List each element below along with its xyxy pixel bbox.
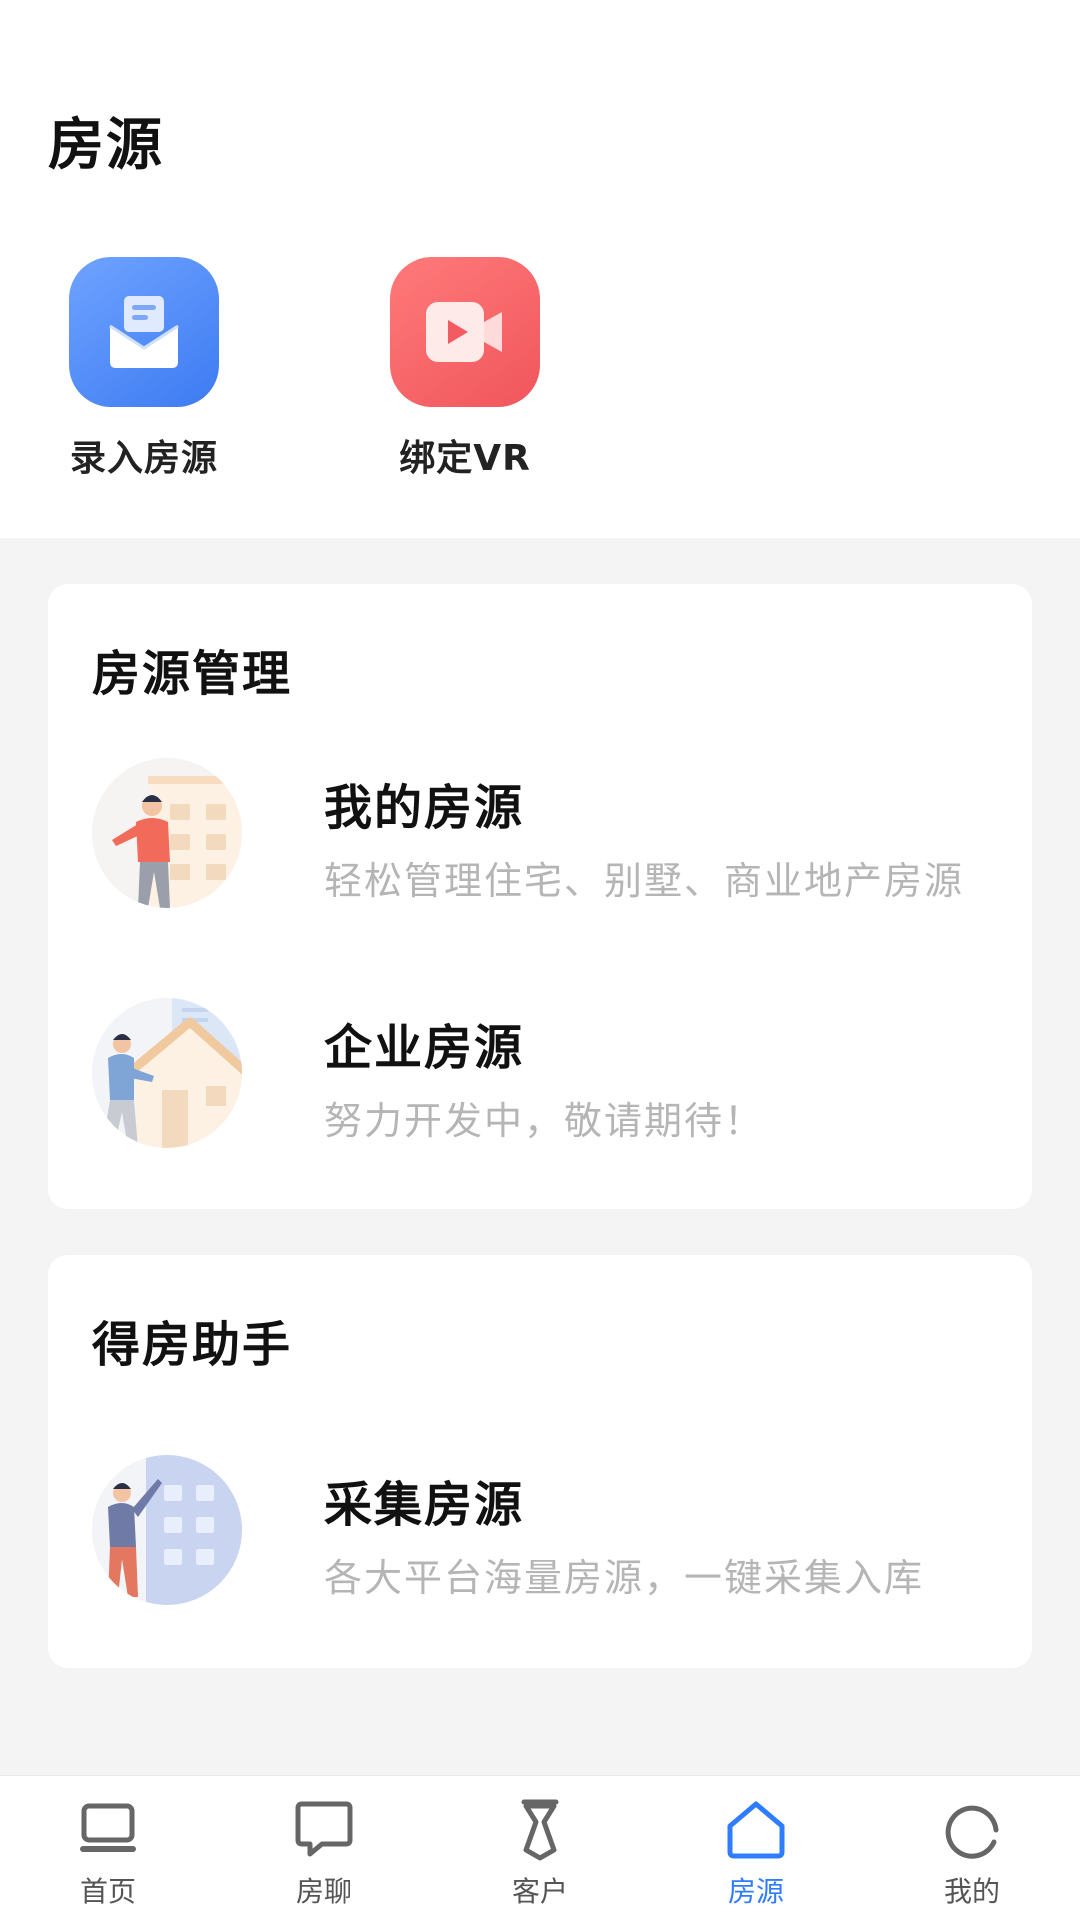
laptop-icon (80, 1803, 136, 1852)
video-play-icon (390, 257, 540, 407)
top-section: 房源 录入房源 绑定VR (0, 0, 1080, 538)
quick-action-label: 录入房源 (69, 438, 218, 479)
agent-house-illustration (92, 998, 242, 1148)
mail-document-icon (69, 257, 219, 407)
list-item-collect-listings[interactable]: 采集房源 各大平台海量房源，一键采集入库 (92, 1455, 992, 1605)
item-title: 我的房源 (324, 780, 525, 836)
profile-circle-icon (945, 1805, 999, 1859)
card-title: 得房助手 (92, 1317, 293, 1373)
tab-label: 房源 (727, 1875, 784, 1908)
item-title: 企业房源 (324, 1020, 525, 1076)
quick-action-bind-vr[interactable]: 绑定VR (355, 257, 575, 481)
item-subtitle: 轻松管理住宅、别墅、商业地产房源 (324, 859, 965, 903)
item-subtitle: 努力开发中，敬请期待！ (324, 1099, 765, 1143)
quick-action-add-listing[interactable]: 录入房源 (34, 257, 254, 481)
tab-label: 我的 (943, 1875, 1000, 1908)
tab-chat[interactable]: 房聊 (244, 1798, 404, 1910)
quick-action-label: 绑定VR (399, 438, 531, 479)
assistant-card: 得房助手 采集房源 各大平台海量房源，一键采集入库 (48, 1255, 1032, 1668)
tab-customers[interactable]: 客户 (460, 1798, 620, 1910)
tab-label: 房聊 (295, 1875, 352, 1908)
item-title: 采集房源 (324, 1477, 525, 1533)
tie-icon (521, 1799, 559, 1861)
agent-building-illustration (92, 758, 242, 908)
tab-profile[interactable]: 我的 (892, 1798, 1052, 1910)
chat-bubble-icon (295, 1801, 353, 1857)
management-card: 房源管理 我的房源 轻松管理住宅、别墅、商业地产房源 企业房源 努力开发中，敬请… (48, 584, 1032, 1209)
bottom-tab-bar: 首页 房聊 客户 房源 我的 (0, 1775, 1080, 1920)
tab-home[interactable]: 首页 (28, 1798, 188, 1910)
tab-label: 首页 (79, 1875, 136, 1908)
card-title: 房源管理 (92, 646, 293, 702)
list-item-my-listings[interactable]: 我的房源 轻松管理住宅、别墅、商业地产房源 (92, 758, 992, 908)
page-title: 房源 (48, 113, 164, 178)
house-icon (727, 1801, 785, 1859)
list-item-enterprise-listings[interactable]: 企业房源 努力开发中，敬请期待！ (92, 998, 992, 1148)
house-source-screen: 房源 录入房源 绑定VR 房源管理 我的房源 轻松管理住宅、别墅、商业地产房源 … (0, 0, 1080, 1920)
agent-collect-illustration (92, 1455, 242, 1605)
tab-label: 客户 (511, 1875, 568, 1908)
tab-listings[interactable]: 房源 (676, 1798, 836, 1910)
item-subtitle: 各大平台海量房源，一键采集入库 (324, 1556, 925, 1600)
